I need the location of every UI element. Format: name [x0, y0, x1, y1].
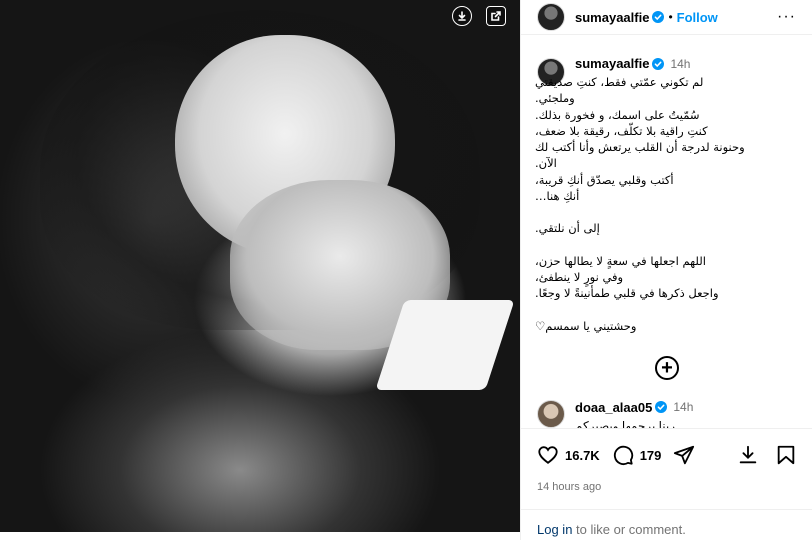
post-photo[interactable]	[0, 0, 520, 532]
follow-button[interactable]: Follow	[677, 10, 718, 25]
caption-line: الآن.	[535, 156, 557, 171]
caption-line	[535, 237, 797, 253]
caption-line: كنتِ راقية بلا تكلّف، رقيقة بلا ضعف،	[535, 123, 708, 138]
caption-line: أكتب وقلبي يصدّق أنكِ قريبة،	[535, 172, 674, 187]
verified-icon	[652, 57, 665, 70]
comments-count[interactable]: 179	[640, 448, 662, 463]
more-icon[interactable]: ···	[777, 8, 796, 26]
caption-line: أنكِ هنا…	[535, 189, 580, 204]
caption-line: إلى أن نلتقي.	[535, 221, 600, 236]
login-prompt: Log in to like or comment.	[521, 509, 812, 537]
share-icon[interactable]	[673, 444, 695, 466]
caption-line: وفي نورٍ لا ينطفئ،	[535, 269, 624, 284]
download-icon[interactable]	[737, 444, 759, 466]
caption-line: سُمّيتُ على اسمك، و فخورة بذلك.	[535, 107, 700, 122]
add-circle-icon[interactable]: +	[655, 355, 679, 380]
caption-line: لم تكوني عمّتي فقط، كنتِ صديقتي	[535, 75, 704, 89]
post-actions: 16.7K 179 14 hours ago Log in to like or…	[521, 428, 812, 540]
author-avatar[interactable]	[537, 3, 565, 31]
verified-icon	[652, 11, 665, 23]
caption-time[interactable]: 14h	[670, 57, 690, 71]
caption-line: وملجئي.	[535, 91, 575, 106]
post-header: sumayaalfie • Follow ···	[521, 0, 812, 35]
caption-line: وحشتيني يا سمسم♡	[535, 318, 637, 333]
caption-line: واجعل ذكرها في قلبي طمأنينةً لا وجعًا.	[535, 286, 719, 301]
download-icon[interactable]	[452, 6, 472, 26]
comment-icon[interactable]	[612, 444, 634, 466]
login-prompt-text: to like or comment.	[572, 522, 686, 537]
commenter-username[interactable]: doaa_alaa05	[575, 400, 652, 415]
comment-item: doaa_alaa05 14h ربنا يرحمها ويصبركم	[537, 399, 797, 428]
commenter-avatar[interactable]	[537, 399, 565, 428]
caption-text: لم تكوني عمّتي فقط، كنتِ صديقتي وملجئي. سُ…	[535, 74, 797, 334]
posted-time: 14 hours ago	[537, 481, 602, 493]
save-icon[interactable]	[775, 444, 797, 466]
login-link[interactable]: Log in	[537, 522, 572, 537]
separator-dot: •	[668, 10, 673, 24]
caption-line	[535, 204, 797, 220]
heart-icon[interactable]	[537, 444, 559, 466]
external-link-icon[interactable]	[486, 6, 506, 26]
caption: sumayaalfie 14h لم تكوني عمّتي فقط، كنتِ…	[535, 56, 797, 334]
comments-list[interactable]: sumayaalfie 14h لم تكوني عمّتي فقط، كنتِ…	[521, 36, 812, 428]
post-side-panel: sumayaalfie • Follow ··· sumayaalfie 14h…	[520, 0, 812, 540]
verified-icon	[655, 401, 668, 414]
comment-time[interactable]: 14h	[673, 400, 693, 414]
caption-line: وحنونة لدرجة أن القلب يرتعش وأنا أكتب لك	[535, 140, 745, 155]
author-username[interactable]: sumayaalfie	[575, 10, 649, 25]
caption-line: اللهم اجعلها في سعةٍ لا يطالها حزن،	[535, 253, 706, 268]
caption-line	[535, 302, 797, 318]
caption-username[interactable]: sumayaalfie	[575, 56, 649, 71]
comment-text: ربنا يرحمها ويصبركم	[575, 418, 676, 428]
likes-count[interactable]: 16.7K	[565, 448, 600, 463]
